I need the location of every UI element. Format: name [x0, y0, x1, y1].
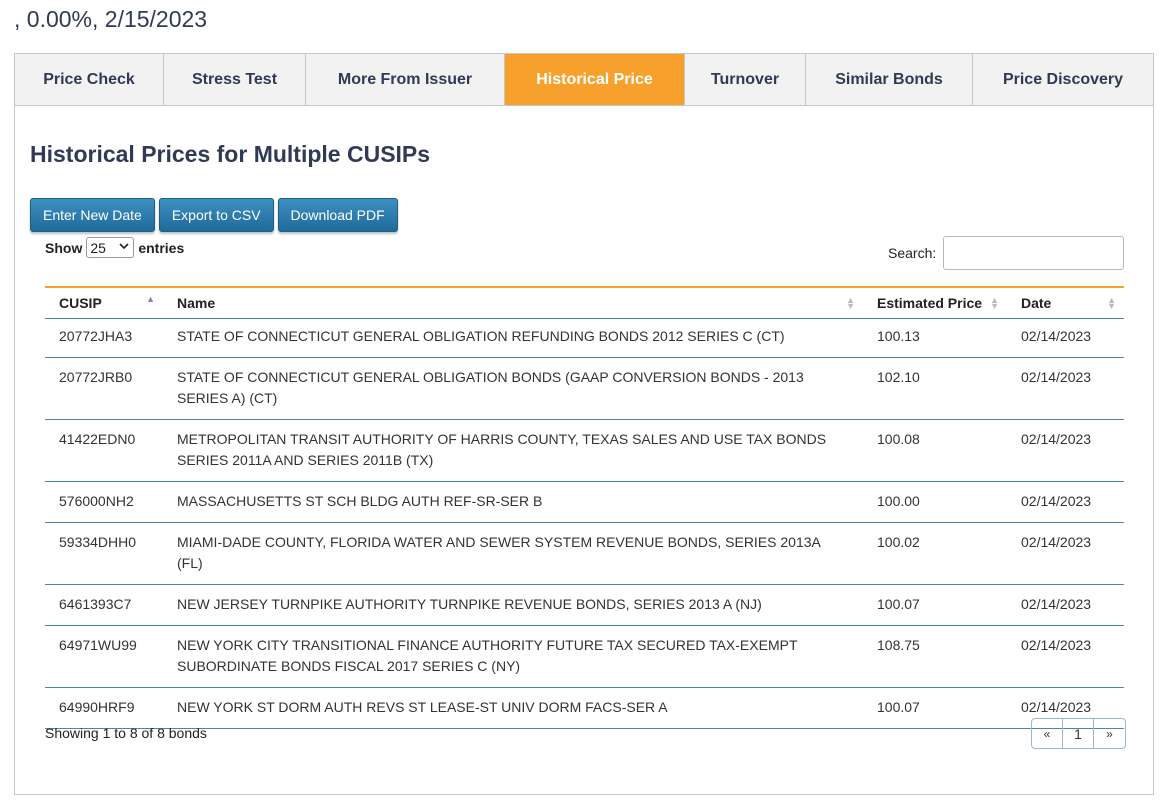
tab-price-check[interactable]: Price Check — [15, 54, 164, 105]
sort-icon: ▲ ▼ — [990, 295, 999, 311]
tab-stress-test[interactable]: Stress Test — [164, 54, 306, 105]
table-row: 64971WU99 NEW YORK CITY TRANSITIONAL FINA… — [45, 625, 1124, 688]
cell-date: 02/14/2023 — [1007, 481, 1124, 523]
table-row: 64990HRF9 NEW YORK ST DORM AUTH REVS ST L… — [45, 687, 1124, 729]
chevron-down-icon — [119, 241, 129, 254]
cell-cusip: 576000NH2 — [45, 481, 163, 523]
tab-more-from-issuer[interactable]: More From Issuer — [306, 54, 505, 105]
table-row: 59334DHH0 MIAMI-DADE COUNTY, FLORIDA WATE… — [45, 522, 1124, 585]
table-row: 41422EDN0 METROPOLITAN TRANSIT AUTHORITY … — [45, 419, 1124, 482]
enter-new-date-button[interactable]: Enter New Date — [30, 198, 155, 232]
sort-ascending-icon: ▲ — [146, 294, 155, 304]
column-header-name[interactable]: Name ▲ ▼ — [163, 287, 863, 319]
sort-icon: ▲ ▼ — [1107, 295, 1116, 311]
cell-estimated-price: 100.07 — [863, 584, 1007, 626]
cell-name: STATE OF CONNECTICUT GENERAL OBLIGATION … — [163, 318, 863, 358]
action-toolbar: Enter New Date Export to CSV Download PD… — [30, 198, 398, 232]
table-header-row: CUSIP ▲ Name ▲ ▼ Estimated Price ▲ ▼ Date … — [45, 287, 1124, 319]
cell-estimated-price: 102.10 — [863, 357, 1007, 420]
export-csv-button[interactable]: Export to CSV — [158, 198, 274, 232]
page-length-select[interactable]: 25 — [86, 237, 135, 258]
header-summary: , 0.00%, 2/15/2023 — [14, 6, 208, 32]
cell-name: NEW YORK CITY TRANSITIONAL FINANCE AUTHO… — [163, 625, 863, 688]
tab-price-discovery[interactable]: Price Discovery — [973, 54, 1153, 105]
table-row: 20772JHA3 STATE OF CONNECTICUT GENERAL OB… — [45, 318, 1124, 358]
table-row: 576000NH2 MASSACHUSETTS ST SCH BLDG AUTH … — [45, 481, 1124, 523]
cell-cusip: 59334DHH0 — [45, 522, 163, 585]
download-pdf-button[interactable]: Download PDF — [277, 198, 398, 232]
tab-historical-price[interactable]: Historical Price — [505, 54, 685, 105]
cell-estimated-price: 100.02 — [863, 522, 1007, 585]
cell-date: 02/14/2023 — [1007, 584, 1124, 626]
cell-cusip: 41422EDN0 — [45, 419, 163, 482]
tab-turnover[interactable]: Turnover — [685, 54, 806, 105]
bonds-table: CUSIP ▲ Name ▲ ▼ Estimated Price ▲ ▼ Date … — [45, 286, 1124, 729]
cell-name: MASSACHUSETTS ST SCH BLDG AUTH REF-SR-SE… — [163, 481, 863, 523]
cell-name: MIAMI-DADE COUNTY, FLORIDA WATER AND SEW… — [163, 522, 863, 585]
cell-estimated-price: 100.13 — [863, 318, 1007, 358]
pagination: « 1 » — [1031, 718, 1126, 749]
page-length-value: 25 — [90, 239, 106, 256]
show-label: Show — [45, 239, 83, 256]
column-header-date[interactable]: Date ▲ ▼ — [1007, 287, 1124, 319]
table-row: 6461393C7 NEW JERSEY TURNPIKE AUTHORITY T… — [45, 584, 1124, 626]
table-info: Showing 1 to 8 of 8 bonds — [45, 725, 207, 741]
cell-cusip: 64990HRF9 — [45, 687, 163, 729]
cell-date: 02/14/2023 — [1007, 522, 1124, 585]
cell-estimated-price: 100.07 — [863, 687, 1007, 729]
page-length-control: Show 25 entries — [45, 237, 184, 258]
cell-name: NEW JERSEY TURNPIKE AUTHORITY TURNPIKE R… — [163, 584, 863, 626]
tab-similar-bonds[interactable]: Similar Bonds — [806, 54, 973, 105]
cell-name: METROPOLITAN TRANSIT AUTHORITY OF HARRIS… — [163, 419, 863, 482]
pagination-next-button[interactable]: » — [1094, 719, 1125, 748]
entries-label: entries — [138, 239, 185, 256]
cell-cusip: 20772JHA3 — [45, 318, 163, 358]
cell-date: 02/14/2023 — [1007, 419, 1124, 482]
cell-estimated-price: 100.00 — [863, 481, 1007, 523]
cell-cusip: 20772JRB0 — [45, 357, 163, 420]
cell-date: 02/14/2023 — [1007, 357, 1124, 420]
main-panel: Price Check Stress Test More From Issuer Hi… — [14, 53, 1154, 795]
sort-icon: ▲ ▼ — [846, 295, 855, 311]
column-header-estimated-price[interactable]: Estimated Price ▲ ▼ — [863, 287, 1007, 319]
search-label: Search: — [888, 245, 937, 261]
cell-date: 02/14/2023 — [1007, 625, 1124, 688]
page-title: Historical Prices for Multiple CUSIPs — [30, 141, 431, 167]
pagination-previous-button[interactable]: « — [1032, 719, 1063, 748]
pagination-page-1[interactable]: 1 — [1063, 719, 1094, 748]
search-input[interactable] — [943, 236, 1125, 270]
table-row: 20772JRB0 STATE OF CONNECTICUT GENERAL OB… — [45, 357, 1124, 420]
cell-estimated-price: 100.08 — [863, 419, 1007, 482]
cell-name: STATE OF CONNECTICUT GENERAL OBLIGATION … — [163, 357, 863, 420]
tab-bar: Price Check Stress Test More From Issuer Hi… — [15, 54, 1153, 106]
cell-date: 02/14/2023 — [1007, 318, 1124, 358]
cell-name: NEW YORK ST DORM AUTH REVS ST LEASE-ST U… — [163, 687, 863, 729]
cell-estimated-price: 108.75 — [863, 625, 1007, 688]
cell-cusip: 6461393C7 — [45, 584, 163, 626]
cell-cusip: 64971WU99 — [45, 625, 163, 688]
table-body: 20772JHA3 STATE OF CONNECTICUT GENERAL OB… — [45, 318, 1124, 729]
column-header-cusip[interactable]: CUSIP ▲ — [45, 287, 163, 319]
search-control: Search: — [888, 236, 1125, 270]
